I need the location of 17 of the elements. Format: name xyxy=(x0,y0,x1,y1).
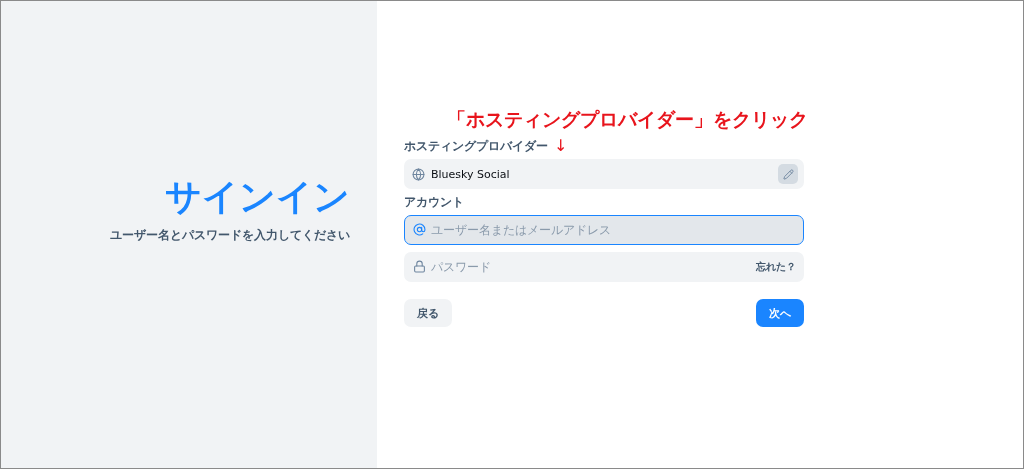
globe-icon xyxy=(412,167,425,181)
page-title: サインイン xyxy=(165,177,350,217)
next-button[interactable]: 次へ xyxy=(756,299,804,327)
field-value: Bluesky Social xyxy=(431,167,511,181)
field-label: ホスティングプロバイダー xyxy=(404,138,548,155)
hosting-provider-field[interactable]: Bluesky Social xyxy=(404,159,804,189)
edit-button[interactable] xyxy=(778,164,798,184)
subtitle: ユーザー名とパスワードを入力してください xyxy=(110,226,350,244)
lock-icon xyxy=(413,260,426,273)
annotation-text: 「ホスティングプロバイダー」をクリック xyxy=(447,107,809,132)
back-button[interactable]: 戻る xyxy=(404,299,452,327)
pencil-icon xyxy=(782,168,794,180)
field-label: アカウント xyxy=(404,194,464,211)
at-sign-icon xyxy=(413,223,426,236)
forgot-password-link[interactable]: 忘れた？ xyxy=(756,260,796,274)
annotation-arrow: ↓ xyxy=(554,137,568,155)
username-field[interactable]: ユーザー名またはメールアドレス xyxy=(404,215,804,245)
